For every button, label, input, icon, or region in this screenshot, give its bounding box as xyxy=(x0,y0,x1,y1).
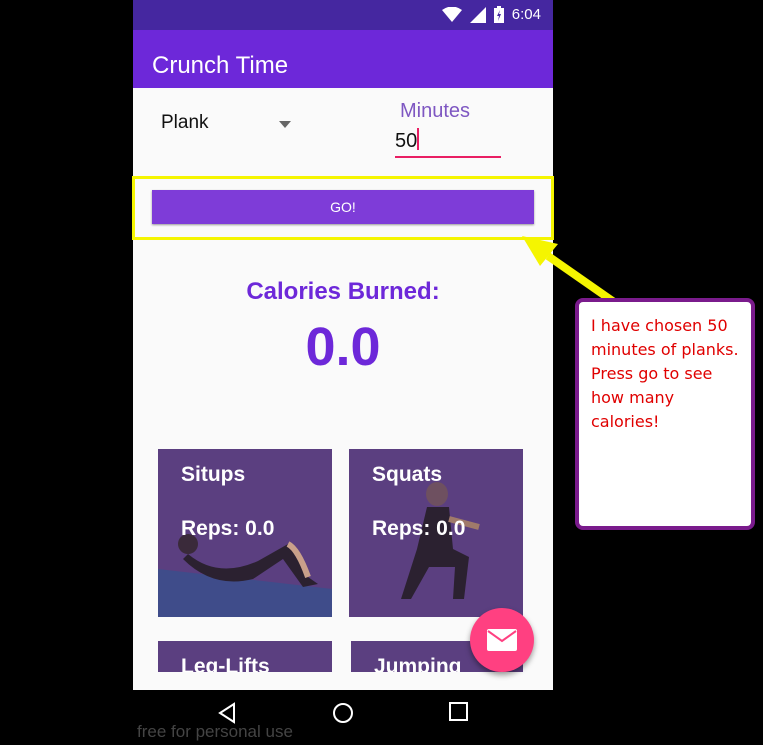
phone-screen: 6:04 Crunch Time Plank Minutes GO! Calor… xyxy=(133,0,553,690)
annotation-text: I have chosen 50 minutes of planks. Pres… xyxy=(591,316,739,431)
card-title: Jumping xyxy=(374,655,462,672)
app-bar: Crunch Time xyxy=(133,30,553,88)
card-title: Squats xyxy=(372,463,443,486)
navigation-bar xyxy=(0,690,763,745)
nav-home-icon[interactable] xyxy=(332,702,354,724)
status-time: 6:04 xyxy=(511,6,541,23)
annotation-callout: I have chosen 50 minutes of planks. Pres… xyxy=(575,298,755,530)
exercise-card-situps[interactable]: Situps Reps: 0.0 xyxy=(158,449,332,617)
text-cursor xyxy=(417,128,419,150)
wifi-icon xyxy=(441,6,462,22)
exercise-card-squats[interactable]: Squats Reps: 0.0 xyxy=(349,449,523,617)
dropdown-arrow-icon xyxy=(279,121,291,128)
card-reps: Reps: 0.0 xyxy=(372,517,466,540)
app-title: Crunch Time xyxy=(152,52,289,79)
card-reps: Reps: 0.0 xyxy=(181,517,275,540)
minutes-label: Minutes xyxy=(400,100,471,122)
nav-recents-icon[interactable] xyxy=(449,702,469,722)
calories-label: Calories Burned: xyxy=(246,278,440,305)
nav-back-icon[interactable] xyxy=(216,702,238,724)
exercise-card-leg-lifts[interactable]: Leg-Lifts xyxy=(158,641,332,672)
battery-icon xyxy=(493,6,504,23)
exercise-selected: Plank xyxy=(161,112,209,133)
watermark-text: free for personal use xyxy=(137,722,293,741)
signal-icon xyxy=(469,6,486,23)
email-icon xyxy=(487,629,517,651)
card-title: Situps xyxy=(181,463,246,486)
calories-value: 0.0 xyxy=(305,317,381,377)
card-title: Leg-Lifts xyxy=(181,655,270,672)
status-bar: 6:04 xyxy=(133,0,553,30)
email-fab-button[interactable] xyxy=(470,608,534,672)
status-icons: 6:04 xyxy=(441,6,541,23)
exercise-spinner[interactable]: Plank xyxy=(161,112,301,138)
go-button-highlight xyxy=(132,176,554,240)
minutes-input[interactable] xyxy=(395,126,501,158)
